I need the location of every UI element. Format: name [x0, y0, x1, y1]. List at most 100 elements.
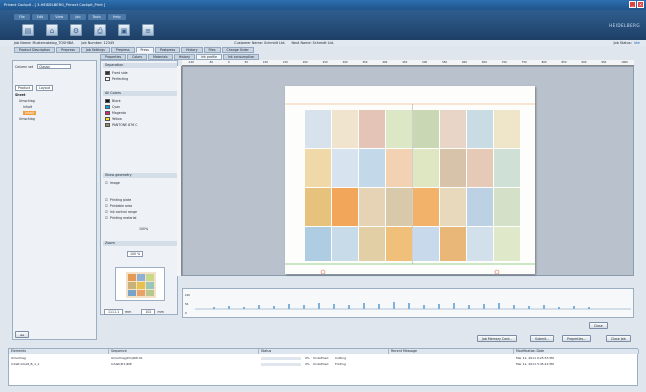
close-job-button[interactable]: Close Job — [606, 335, 631, 342]
primary-tabs: Product Description Prepress Job Setting… — [14, 47, 254, 53]
geometry-item[interactable]: ☑ Image — [105, 181, 120, 185]
ruler-label: 750 — [521, 61, 527, 64]
color-name: Black — [112, 99, 121, 103]
customer-name: Customer Name: Schmidt Ltd. — [234, 41, 286, 45]
window-title: Prinect Cockpit - [ 3-HEIDELBERG_Prinect… — [4, 3, 106, 7]
col-elements[interactable]: Elements — [9, 349, 109, 354]
row-status-pct: 0% — [305, 356, 310, 360]
geometry-item[interactable]: ☑ Printing material — [105, 216, 136, 220]
home-icon[interactable]: ⌂ — [46, 24, 58, 36]
job-memory-card-button[interactable]: Job Memory Card... — [477, 335, 518, 342]
close-button[interactable]: Close — [589, 322, 608, 329]
sheet-thumbnail[interactable] — [115, 267, 165, 301]
row-status-text: Undefined — [313, 362, 329, 366]
submit-button[interactable]: Submit... — [530, 335, 555, 342]
ruler-label: 600 — [461, 61, 467, 64]
menu-edit[interactable]: Edit — [31, 14, 49, 20]
tab-prepress-2[interactable]: Prepress — [110, 47, 135, 53]
separation-front[interactable]: Front side — [105, 71, 128, 75]
workflow-icon[interactable]: ⚙ — [70, 24, 82, 36]
geometry-item[interactable]: ☑ Ink control range — [105, 210, 137, 214]
tree-item-selected[interactable]: Inhalt — [23, 111, 37, 115]
zoom-select[interactable]: 100 % — [127, 251, 144, 257]
row-status-step: Folding — [335, 362, 346, 366]
list-icon[interactable]: ≡ — [142, 24, 154, 36]
tab-job-settings[interactable]: Job Settings — [80, 47, 110, 53]
column-set-label: Column set — [15, 65, 34, 69]
zoom-header[interactable]: Zoom — [103, 241, 177, 246]
tab-prepress[interactable]: Prepress — [56, 47, 80, 53]
ruler-label: 650 — [481, 61, 487, 64]
ink-zone-strip[interactable]: 100 50 0 — [182, 288, 634, 318]
row-sequence: Umschlag(Pr1)RIP-01 — [111, 356, 143, 360]
menu-file[interactable]: File — [14, 14, 30, 20]
tab-files[interactable]: Files — [203, 47, 221, 53]
ruler-label: 1000 — [621, 61, 628, 64]
column-set-select[interactable]: Classic — [37, 64, 72, 69]
separation-header[interactable]: Separation — [103, 63, 177, 68]
menu-bar: File Edit View Job Tools Help — [14, 14, 126, 20]
document-icon[interactable]: ▤ — [22, 24, 34, 36]
row-date: Mar 11, 2011 3:45:22 PM — [516, 362, 554, 366]
col-sequence[interactable]: Sequence — [109, 349, 259, 354]
menu-view[interactable]: View — [50, 14, 69, 20]
properties-button[interactable]: Properties... — [562, 335, 592, 342]
geometry-label: Printing material — [109, 216, 137, 220]
col-recent-message[interactable]: Recent Message — [389, 349, 514, 354]
ruler-label: -50 — [208, 61, 214, 64]
row-element: Inhalt Inhalt_B_1_1 — [11, 362, 40, 366]
ruler-label: 450 — [402, 61, 408, 64]
separation-label: Perfecting — [112, 77, 129, 81]
tab-history[interactable]: History — [181, 47, 203, 53]
geometry-label: Printing plate — [109, 198, 132, 202]
colors-header[interactable]: All Colors — [103, 91, 177, 96]
close-icon[interactable]: × — [637, 1, 644, 8]
menu-job[interactable]: Job — [70, 14, 86, 20]
color-item[interactable]: Magenta — [105, 111, 126, 115]
col-modification-date[interactable]: Modification Date — [514, 349, 639, 354]
print-icon[interactable]: ⎙ — [94, 24, 106, 36]
filter-product[interactable]: Product — [15, 85, 34, 91]
tab-postpress[interactable]: Postpress — [154, 47, 181, 53]
menu-help[interactable]: Help — [107, 14, 126, 20]
row-status-text: Undefined — [313, 356, 329, 360]
ruler-label: 0 — [228, 61, 230, 64]
tree-item[interactable]: Inhalt — [23, 105, 32, 109]
status-progress-bar — [261, 357, 301, 360]
coord-y-field[interactable]: 102 — [141, 309, 156, 315]
monitor-icon[interactable]: ▣ — [118, 24, 130, 36]
opacity-value[interactable]: 100% — [139, 227, 148, 231]
tree-item[interactable]: Umschlag — [19, 117, 35, 121]
geometry-item[interactable]: ☑ Printing plate — [105, 198, 131, 202]
ruler-label: 50 — [244, 61, 248, 64]
color-name: Cyan — [112, 105, 121, 109]
check-icon: ☑ — [105, 198, 108, 202]
tree-item[interactable]: Umschlag — [19, 99, 35, 103]
row-status-step: Cutting — [335, 356, 346, 360]
geometry-header[interactable]: Show geometry — [103, 173, 177, 178]
geometry-item[interactable]: ☑ Printable area — [105, 204, 132, 208]
filter-layout[interactable]: Layout — [36, 85, 53, 91]
printed-sheet-preview[interactable] — [285, 86, 535, 275]
ruler-label: 700 — [501, 61, 507, 64]
sheet-imposition — [285, 86, 535, 275]
status-progress-bar — [261, 363, 301, 366]
geometry-label: Ink control range — [109, 210, 138, 214]
color-item[interactable]: PANTONE 876 C — [105, 123, 137, 127]
col-status[interactable]: Status — [259, 349, 389, 354]
coord-x-field[interactable]: 1111.1 — [104, 309, 124, 315]
color-item[interactable]: Yellow — [105, 117, 122, 121]
tab-change-order[interactable]: Change Order — [221, 47, 254, 53]
tab-press[interactable]: Press — [135, 47, 154, 53]
column-set-row: Column set Classic — [15, 64, 72, 69]
collapse-button[interactable]: ◂ ▸ — [15, 331, 29, 338]
color-item[interactable]: Cyan — [105, 105, 120, 109]
minimize-icon[interactable]: _ — [629, 1, 636, 8]
color-item[interactable]: Black — [105, 99, 121, 103]
tree-item[interactable]: Sheet — [15, 93, 25, 97]
menu-tools[interactable]: Tools — [87, 14, 106, 20]
job-number: Job Number: 12345 — [81, 41, 115, 45]
tab-product-description[interactable]: Product Description — [14, 47, 56, 53]
separation-perfecting[interactable]: Perfecting — [105, 77, 128, 81]
geometry-label: Printable area — [109, 204, 133, 208]
